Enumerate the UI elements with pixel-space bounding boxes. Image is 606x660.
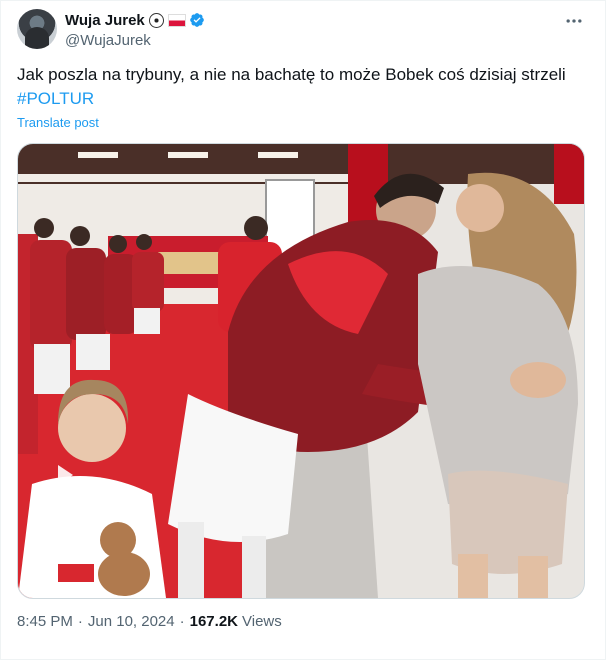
tweet-text: Jak poszla na trybuny, a nie na bachatę … <box>17 63 589 111</box>
translate-post-link[interactable]: Translate post <box>17 115 99 130</box>
avatar-figure <box>25 27 49 49</box>
views-label: Views <box>242 613 282 630</box>
hashtag-link[interactable]: #POLTUR <box>17 89 94 108</box>
views-count[interactable]: 167.2K <box>190 613 238 630</box>
more-dots-glyph <box>566 19 582 23</box>
play-icon[interactable] <box>58 465 73 485</box>
name-row: Wuja Jurek <box>65 10 205 30</box>
video-player[interactable] <box>17 143 585 599</box>
author-display-name[interactable]: Wuja Jurek <box>65 12 145 29</box>
post-time[interactable]: 8:45 PM <box>17 613 73 630</box>
tweet-meta: 8:45 PM · Jun 10, 2024 · 167.2K Views <box>17 613 282 630</box>
more-horizontal-icon[interactable] <box>559 11 589 33</box>
avatar[interactable] <box>17 9 57 49</box>
author-info: Wuja Jurek @WujaJurek <box>65 9 205 49</box>
meta-separator: · <box>77 613 83 630</box>
video-frame <box>18 144 584 598</box>
author-handle[interactable]: @WujaJurek <box>65 32 205 49</box>
tweet-card: Wuja Jurek @WujaJurek Jak poszla na tryb… <box>0 0 606 660</box>
meta-separator-2: · <box>179 613 185 630</box>
tweet-header: Wuja Jurek @WujaJurek <box>17 9 589 53</box>
verified-badge-icon <box>189 13 204 27</box>
post-date[interactable]: Jun 10, 2024 <box>88 613 175 630</box>
tweet-body: Jak poszla na trybuny, a nie na bachatę … <box>17 65 566 84</box>
poland-flag-icon <box>167 13 186 27</box>
soccer-ball-icon <box>148 12 164 28</box>
